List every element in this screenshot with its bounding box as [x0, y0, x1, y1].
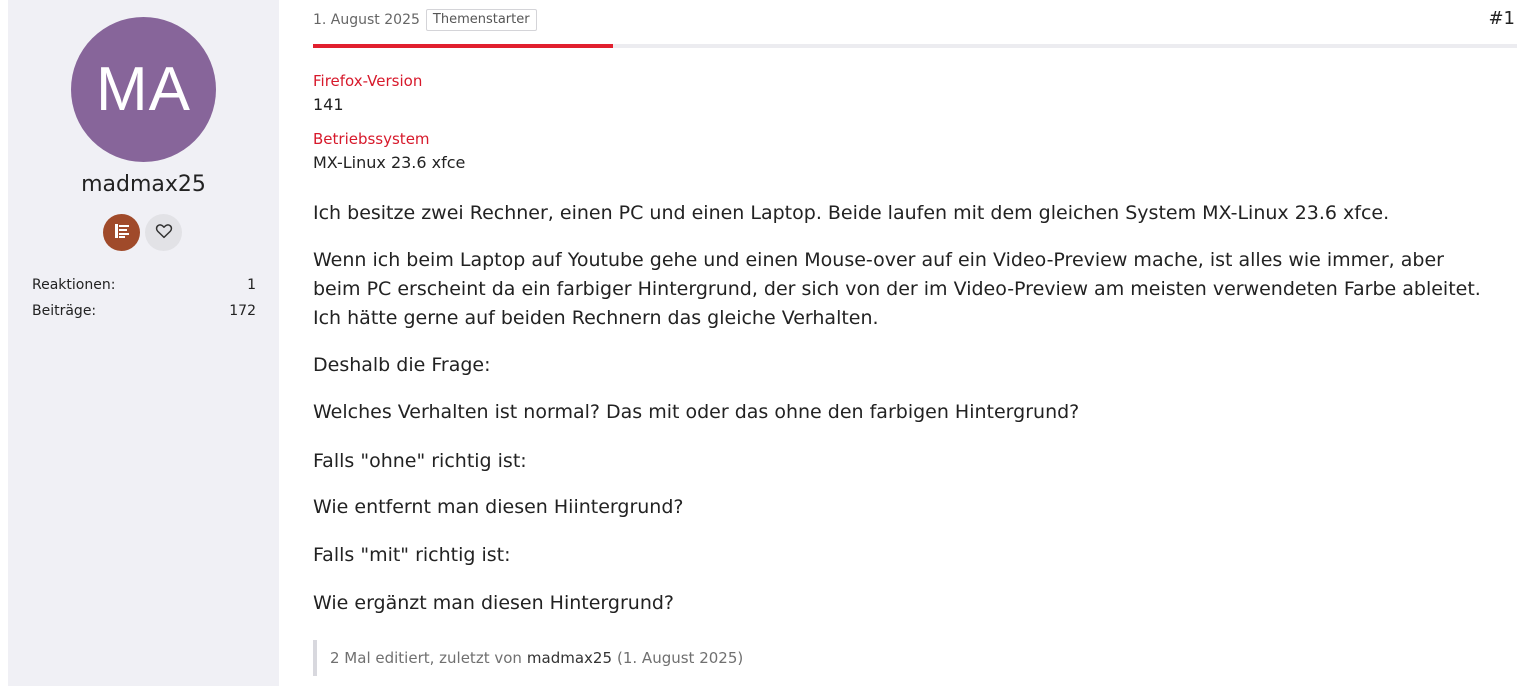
post-paragraph: Ich besitze zwei Rechner, einen PC und e… [313, 202, 1390, 224]
rank-list-icon [113, 222, 131, 244]
post-content: 1. August 2025 Themenstarter #1 Firefox-… [313, 0, 1517, 686]
header-divider [313, 44, 1517, 48]
edit-note: 2 Mal editiert, zuletzt von madmax25 (1.… [313, 640, 873, 676]
field-label-firefox-version: Firefox-Version [313, 72, 423, 90]
stat-row-posts: Beiträge: 172 [32, 302, 256, 328]
avatar[interactable]: MA [71, 17, 216, 162]
post-paragraph: beim PC erscheint da ein farbiger Hinter… [313, 278, 1481, 300]
post-header: 1. August 2025 Themenstarter [313, 8, 537, 32]
post-paragraph: Wenn ich beim Laptop auf Youtube gehe un… [313, 249, 1444, 271]
stat-label: Reaktionen: [32, 277, 116, 293]
field-value-firefox-version: 141 [313, 95, 344, 114]
post-paragraph: Wie entfernt man diesen Hiintergrund? [313, 496, 684, 518]
thread-starter-badge: Themenstarter [425, 9, 537, 31]
post-date-link[interactable]: 1. August 2025 [313, 12, 420, 28]
user-stats: Reaktionen: 1 Beiträge: 172 [32, 276, 256, 328]
post-number-link[interactable]: #1 [1488, 8, 1515, 29]
post-paragraph: Wie ergänzt man diesen Hintergrund? [313, 592, 675, 614]
edit-note-user-link[interactable]: madmax25 [527, 649, 612, 667]
stat-row-reactions: Reaktionen: 1 [32, 276, 256, 302]
username-link[interactable]: madmax25 [8, 172, 279, 197]
edit-note-date: (1. August 2025) [617, 649, 744, 667]
rank-badge[interactable] [103, 214, 140, 251]
field-value-os: MX-Linux 23.6 xfce [313, 153, 466, 172]
edit-note-prefix: 2 Mal editiert, zuletzt von [330, 649, 522, 667]
stat-value: 1 [247, 277, 256, 293]
field-label-os: Betriebssystem [313, 130, 430, 148]
post-paragraph: Welches Verhalten ist normal? Das mit od… [313, 401, 1080, 423]
post-paragraph: Deshalb die Frage: [313, 354, 491, 376]
post-paragraph: Ich hätte gerne auf beiden Rechnern das … [313, 307, 879, 329]
stat-label: Beiträge: [32, 303, 97, 319]
user-badges [103, 214, 182, 251]
reactions-badge[interactable] [145, 214, 182, 251]
heart-icon [155, 222, 173, 244]
author-sidebar: MA madmax25 Reaktionen: 1 Beiträge: 172 [8, 0, 279, 686]
avatar-initials: MA [96, 55, 191, 124]
post-paragraph: Falls "ohne" richtig ist: [313, 450, 527, 472]
forum-post-page: MA madmax25 Reaktionen: 1 Beiträge: 172 … [0, 0, 1522, 686]
header-divider-accent [313, 44, 613, 48]
post-paragraph: Falls "mit" richtig ist: [313, 544, 511, 566]
stat-value[interactable]: 172 [229, 302, 256, 328]
